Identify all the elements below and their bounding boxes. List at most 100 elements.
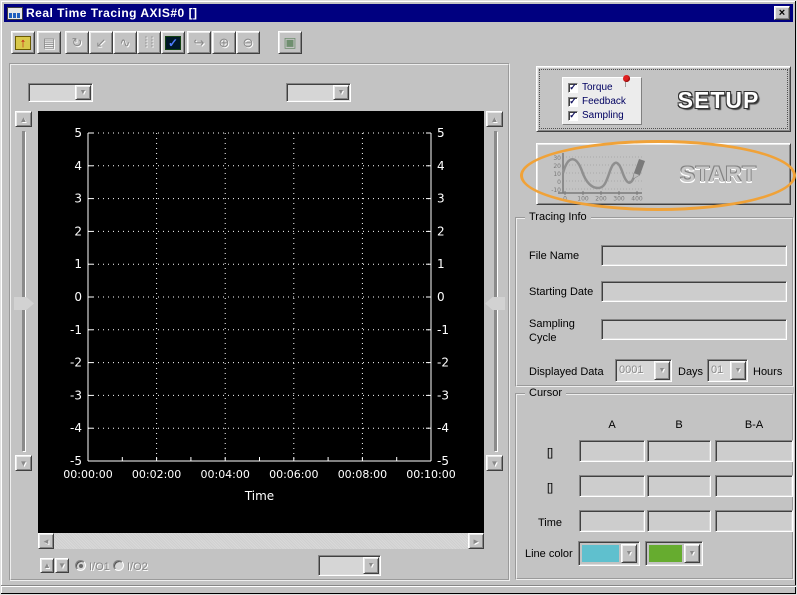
svg-text:-2: -2 (437, 356, 449, 370)
chevron-down-icon[interactable]: ▼ (363, 557, 379, 574)
svg-text:2: 2 (74, 224, 82, 238)
days-combo-value: 0001 (619, 364, 653, 379)
cursor-r1-a-field[interactable] (579, 440, 645, 462)
cursor-time-b-field[interactable] (647, 510, 711, 532)
refresh-button[interactable]: ↻ (65, 31, 89, 54)
chevron-down-icon[interactable]: ▼ (75, 85, 91, 100)
days-combo[interactable]: 0001 ▼ (615, 359, 672, 382)
setup-checkbox-panel: ✓ Torque ✓ Feedback ✓ Sampling (562, 77, 642, 125)
start-button-label: START (657, 162, 780, 188)
feedback-checkbox[interactable]: ✓ (568, 97, 578, 107)
import-icon: ↙ (96, 35, 107, 51)
start-chart-icon: 3020100-100100200300400 (550, 151, 650, 201)
tracing-info-title: Tracing Info (525, 211, 591, 223)
svg-text:0: 0 (557, 179, 561, 186)
close-icon[interactable]: × (774, 6, 790, 20)
cursor-r2-b-field[interactable] (647, 475, 711, 497)
line-color-b-swatch (649, 545, 682, 562)
starting-date-field[interactable] (601, 281, 787, 302)
left-slider-track[interactable] (22, 131, 25, 451)
scale-button[interactable]: ┊┊ (137, 31, 161, 54)
waveform-button[interactable]: ∿ (113, 31, 137, 54)
io2-radio[interactable] (113, 560, 124, 571)
sampling-checkbox-row[interactable]: ✓ Sampling (568, 110, 624, 121)
svg-text:100: 100 (577, 196, 589, 202)
line-color-a-swatch (582, 545, 619, 562)
trace-plot: 554433221100-1-1-2-2-3-3-4-4-5-500:00:00… (38, 111, 484, 533)
bottom-divider (1, 585, 796, 587)
zoom-out-icon: ⊖ (243, 35, 254, 51)
svg-text:4: 4 (74, 159, 82, 173)
svg-text:-3: -3 (437, 388, 449, 402)
chevron-down-icon[interactable]: ▼ (621, 544, 637, 563)
torque-checkbox-row[interactable]: ✓ Torque (568, 82, 613, 93)
right-slider-track[interactable] (494, 131, 497, 451)
cursor-time-a-field[interactable] (579, 510, 645, 532)
cursor-r1-b-field[interactable] (647, 440, 711, 462)
waveform-icon: ∿ (120, 35, 131, 51)
torque-checkbox[interactable]: ✓ (568, 83, 578, 93)
days-label: Days (678, 366, 703, 378)
window-title: Real Time Tracing AXIS#0 [] (26, 6, 198, 20)
cursor-time-ba-field[interactable] (715, 510, 793, 532)
left-scale-down-button[interactable]: ▼ (15, 455, 32, 471)
sampling-cycle-field[interactable] (601, 319, 787, 340)
cursor-r2-a-field[interactable] (579, 475, 645, 497)
time-scrollbar[interactable]: ◄ ► (38, 533, 484, 549)
line-color-b-combo[interactable]: ▼ (645, 541, 703, 566)
scroll-right-icon[interactable]: ► (468, 533, 484, 549)
io1-radio[interactable] (75, 560, 86, 571)
print-button[interactable]: ▤ (37, 31, 61, 54)
starting-date-label: Starting Date (529, 286, 593, 298)
scroll-left-icon[interactable]: ◄ (38, 533, 54, 549)
svg-text:4: 4 (437, 159, 445, 173)
io-down-button[interactable]: ▼ (55, 558, 69, 573)
right-slider-thumb[interactable] (485, 297, 505, 310)
svg-text:0: 0 (563, 196, 567, 202)
transfer-button[interactable]: ↪ (187, 31, 211, 54)
hours-combo[interactable]: 01 ▼ (707, 359, 748, 382)
channel-combo-right[interactable]: ▼ (286, 83, 351, 102)
left-slider-thumb[interactable] (14, 297, 34, 310)
clipboard-icon: ▣ (283, 34, 296, 51)
zoom-out-button[interactable]: ⊖ (236, 31, 260, 54)
setup-button[interactable]: ✓ Torque ✓ Feedback ✓ Sampling SETUP (536, 66, 791, 132)
cursor-r1-ba-field[interactable] (715, 440, 793, 462)
svg-text:10: 10 (553, 171, 561, 178)
trace-select-icon: ✓ (165, 36, 181, 50)
svg-text:0: 0 (74, 290, 82, 304)
cursor-row1-label: [] (525, 447, 575, 459)
right-scale-down-button[interactable]: ▼ (486, 455, 503, 471)
cursor-col-ba-header: B-A (715, 419, 793, 431)
setup-button-label: SETUP (657, 87, 780, 114)
zoom-in-button[interactable]: ⊕ (212, 31, 236, 54)
file-name-label: File Name (529, 250, 579, 262)
zoom-in-icon: ⊕ (219, 35, 230, 51)
chevron-down-icon[interactable]: ▼ (333, 85, 349, 100)
chevron-down-icon[interactable]: ▼ (684, 544, 700, 563)
svg-text:2: 2 (437, 224, 445, 238)
scale-icon: ┊┊ (143, 37, 155, 48)
cursor-col-b-header: B (647, 419, 711, 431)
clipboard-button[interactable]: ▣ (278, 31, 302, 54)
import-button[interactable]: ↙ (89, 31, 113, 54)
svg-text:-2: -2 (70, 356, 82, 370)
feedback-checkbox-row[interactable]: ✓ Feedback (568, 96, 626, 107)
chevron-down-icon[interactable]: ▼ (654, 361, 670, 380)
channel-combo-left[interactable]: ▼ (28, 83, 93, 102)
chevron-down-icon[interactable]: ▼ (730, 361, 746, 380)
file-name-field[interactable] (601, 245, 787, 266)
trace-select-button[interactable]: ✓ (161, 31, 185, 54)
sampling-checkbox[interactable]: ✓ (568, 111, 578, 121)
transfer-icon: ↪ (194, 35, 205, 51)
left-scale-up-button[interactable]: ▲ (15, 111, 32, 127)
svg-text:1: 1 (74, 257, 82, 271)
cursor-r2-ba-field[interactable] (715, 475, 793, 497)
right-scale-up-button[interactable]: ▲ (486, 111, 503, 127)
io-combo[interactable]: ▼ (318, 555, 381, 576)
open-data-button[interactable]: ↑ (11, 31, 35, 54)
line-color-a-combo[interactable]: ▼ (578, 541, 640, 566)
start-button[interactable]: 3020100-100100200300400 START (536, 143, 791, 205)
cursor-group: Cursor A B B-A [] [] Time Line color ▼ ▼ (515, 393, 794, 580)
io-up-button[interactable]: ▲ (40, 558, 54, 573)
